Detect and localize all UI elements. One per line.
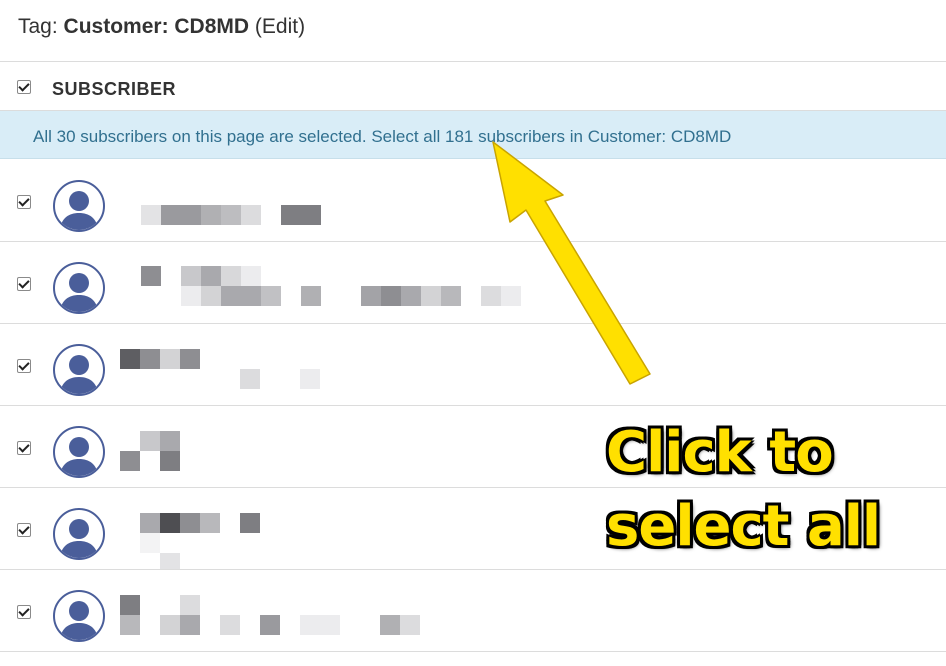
- tag-name: Customer: CD8MD: [63, 15, 250, 38]
- person-avatar-icon: [53, 344, 105, 396]
- title-prefix: Tag:: [18, 15, 58, 38]
- select-all-checkbox[interactable]: [17, 80, 31, 94]
- banner-message: All 30 subscribers on this page are sele…: [33, 127, 367, 146]
- select-all-subscribers-link[interactable]: Select all 181 subscribers in Customer: …: [371, 127, 731, 146]
- person-avatar-icon: [53, 590, 105, 642]
- person-avatar-icon: [53, 508, 105, 560]
- redacted-subscriber-info: [117, 324, 572, 405]
- banner-text: All 30 subscribers on this page are sele…: [33, 127, 731, 147]
- page-header: Tag: Customer: CD8MD (Edit): [0, 0, 946, 62]
- subscriber-column-header: SUBSCRIBER: [52, 79, 177, 99]
- click-to-select-all-callout: Click to select all: [606, 416, 926, 564]
- subscriber-row[interactable]: [0, 242, 946, 324]
- subscriber-list: [0, 160, 946, 652]
- person-avatar-icon: [53, 180, 105, 232]
- redacted-subscriber-info: [117, 242, 572, 323]
- selection-banner: All 30 subscribers on this page are sele…: [0, 111, 946, 159]
- row-checkbox[interactable]: [17, 441, 31, 455]
- table-header: SUBSCRIBER: [0, 63, 946, 111]
- page-title: Tag: Customer: CD8MD (Edit): [18, 15, 305, 39]
- row-checkbox[interactable]: [17, 605, 31, 619]
- callout-line-2: select all: [606, 494, 881, 559]
- redacted-subscriber-info: [117, 488, 572, 569]
- row-checkbox[interactable]: [17, 523, 31, 537]
- redacted-subscriber-info: [117, 570, 572, 651]
- subscriber-row[interactable]: [0, 570, 946, 652]
- person-avatar-icon: [53, 262, 105, 314]
- subscriber-row[interactable]: [0, 160, 946, 242]
- redacted-subscriber-info: [117, 406, 572, 487]
- row-checkbox[interactable]: [17, 195, 31, 209]
- callout-line-1: Click to: [606, 420, 834, 485]
- row-checkbox[interactable]: [17, 277, 31, 291]
- subscriber-row[interactable]: [0, 324, 946, 406]
- row-checkbox[interactable]: [17, 359, 31, 373]
- redacted-subscriber-info: [117, 160, 572, 241]
- edit-tag-link[interactable]: (Edit): [255, 15, 305, 38]
- person-avatar-icon: [53, 426, 105, 478]
